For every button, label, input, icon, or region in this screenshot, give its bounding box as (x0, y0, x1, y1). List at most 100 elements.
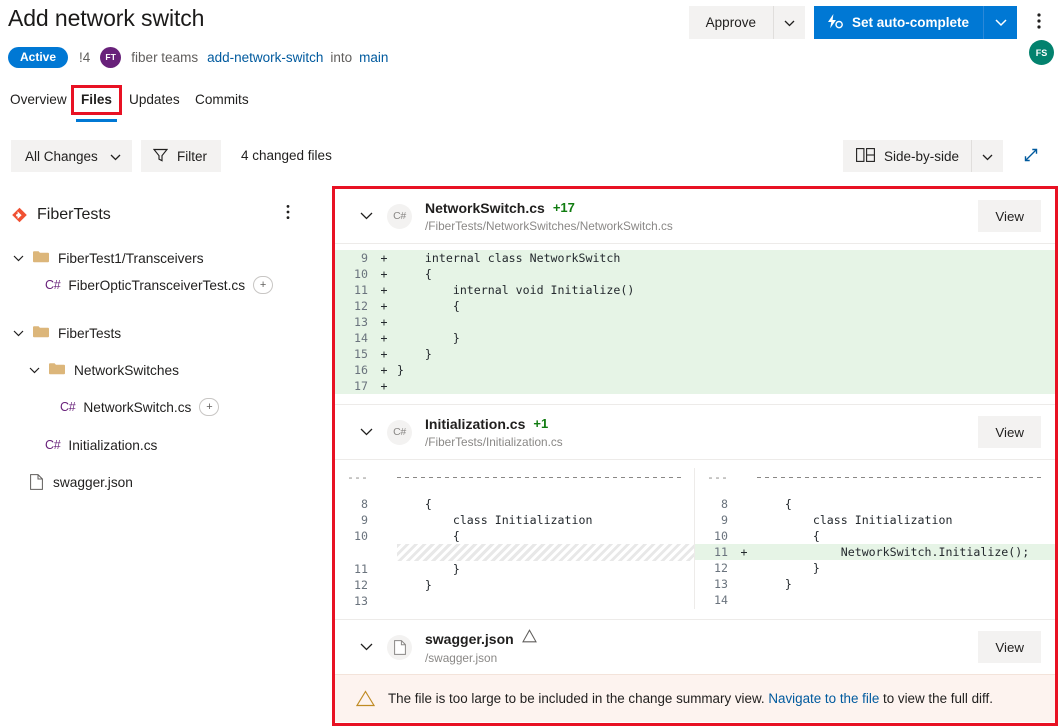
line-number: 9 (695, 512, 731, 528)
tab-commits[interactable]: Commits (191, 84, 253, 115)
line-number: 10 (335, 266, 371, 282)
changed-files-count: 4 changed files (241, 148, 332, 163)
filter-icon (153, 148, 168, 165)
view-button[interactable]: View (978, 416, 1041, 448)
side-by-side-button[interactable]: Side-by-side (843, 140, 971, 172)
diff-line: 16+} (335, 362, 1055, 378)
more-vertical-icon (1037, 12, 1041, 33)
file-panel-initialization-cs: C# Initialization.cs +1 /FiberTests/Init… (335, 405, 1055, 620)
hunk-separator: --- (335, 468, 694, 486)
chevron-down-icon[interactable] (10, 250, 26, 266)
diff-sign: + (731, 544, 757, 560)
tree-node-fibertests[interactable]: FiberTests (10, 320, 121, 346)
all-changes-label: All Changes (25, 149, 98, 164)
autocomplete-dropdown-button[interactable] (983, 6, 1017, 39)
tree-node-label: NetworkSwitches (74, 363, 179, 378)
chevron-down-icon (982, 149, 993, 164)
tree-node-fibertest1-transceivers[interactable]: FiberTest1/Transceivers (10, 245, 204, 271)
chevron-down-icon[interactable] (353, 643, 379, 651)
more-actions-button[interactable] (1026, 6, 1052, 39)
file-meta: Initialization.cs +1 /FiberTests/Initial… (425, 416, 563, 449)
current-user-avatar[interactable]: FS (1029, 40, 1054, 65)
tab-files[interactable]: Files (77, 84, 116, 115)
diff-line: 14 (695, 592, 1055, 608)
tree-node-label: FiberOpticTransceiverTest.cs (68, 278, 245, 293)
view-button[interactable]: View (978, 200, 1041, 232)
line-number: 9 (335, 250, 371, 266)
code-text: } (397, 330, 1055, 346)
code-text: } (397, 577, 694, 593)
filter-button[interactable]: Filter (141, 140, 221, 172)
view-mode-label: Side-by-side (884, 149, 959, 164)
tree-node-fiberoptictransceivertest-cs[interactable]: C# FiberOpticTransceiverTest.cs + (45, 272, 273, 298)
line-number: 11 (695, 544, 731, 560)
code-text: internal class NetworkSwitch (397, 250, 1055, 266)
diff-line: 10 { (335, 528, 694, 544)
approve-dropdown-button[interactable] (773, 6, 805, 39)
diff-sign: + (371, 362, 397, 378)
into-label: into (330, 50, 352, 65)
tree-more-button[interactable] (277, 202, 299, 226)
hunk-dashed-line (397, 477, 684, 478)
file-header: C# Initialization.cs +1 /FiberTests/Init… (335, 405, 1055, 459)
approve-button[interactable]: Approve (689, 6, 773, 39)
diff-pane-modified: --- 8 { 9 class Initialization 10 { 11+ … (695, 468, 1055, 609)
tab-updates[interactable]: Updates (125, 84, 184, 115)
expand-fullscreen-button[interactable] (1016, 140, 1046, 172)
diff-sign: + (371, 282, 397, 298)
warning-text-before: The file is too large to be included in … (388, 691, 768, 706)
line-number: 10 (695, 528, 731, 544)
view-mode-dropdown-button[interactable] (971, 140, 1003, 172)
line-number: 9 (335, 512, 371, 528)
diff-line: 11+ internal void Initialize() (335, 282, 1055, 298)
line-number: 13 (335, 593, 371, 609)
diff-sign: + (371, 378, 397, 394)
diff-line: 12+ { (335, 298, 1055, 314)
additions-count: +17 (553, 200, 575, 215)
diff-line: 10+ { (335, 266, 1055, 282)
tree-node-label: FiberTest1/Transceivers (58, 251, 204, 266)
file-panel-swagger-json: swagger.json /swagger.json View The file… (335, 620, 1055, 722)
expand-diagonal-icon (1022, 146, 1040, 167)
diff-pane-original: --- 8 { 9 class Initialization 10 { 11 }… (335, 468, 695, 609)
folder-icon (49, 362, 65, 378)
code-text: } (757, 576, 1055, 592)
tree-node-label: NetworkSwitch.cs (83, 400, 191, 415)
file-path: /FiberTests/NetworkSwitches/NetworkSwitc… (425, 219, 673, 233)
chevron-down-icon[interactable] (353, 428, 379, 436)
tree-node-networkswitch-cs[interactable]: C# NetworkSwitch.cs + (60, 394, 219, 420)
all-changes-dropdown[interactable]: All Changes (11, 140, 132, 172)
chevron-down-icon (110, 149, 121, 164)
tree-node-swagger-json[interactable]: swagger.json (30, 469, 133, 495)
diff-line: 8 { (695, 496, 1055, 512)
file-meta: NetworkSwitch.cs +17 /FiberTests/Network… (425, 200, 673, 233)
view-mode-split-button: Side-by-side (843, 140, 1003, 172)
chevron-down-icon (995, 15, 1007, 30)
line-number: 14 (695, 592, 731, 608)
filter-label: Filter (177, 149, 207, 164)
navigate-to-file-link[interactable]: Navigate to the file (768, 691, 879, 706)
chevron-down-icon[interactable] (26, 362, 42, 378)
set-auto-complete-button[interactable]: Set auto-complete (814, 6, 983, 39)
code-text: } (397, 561, 694, 577)
tree-node-networkswitches[interactable]: NetworkSwitches (26, 357, 179, 383)
pr-header: Add network switch Active !4 FT fiber te… (0, 0, 1062, 78)
diff-empty-placeholder (397, 544, 694, 561)
tree-node-label: swagger.json (53, 475, 133, 490)
code-text: class Initialization (757, 512, 1055, 528)
more-vertical-icon (286, 204, 290, 225)
view-button[interactable]: View (978, 631, 1041, 663)
chevron-down-icon[interactable] (10, 325, 26, 341)
target-branch-link[interactable]: main (359, 50, 388, 65)
file-name: NetworkSwitch.cs (425, 200, 545, 216)
pr-number: !4 (79, 50, 90, 65)
chevron-down-icon[interactable] (353, 212, 379, 220)
hunk-marker: --- (695, 469, 731, 485)
hunk-separator: --- (695, 468, 1055, 486)
author-avatar: FT (100, 47, 121, 68)
pr-subtitle-row: Active !4 FT fiber teams add-network-swi… (8, 45, 388, 69)
tab-overview[interactable]: Overview (6, 84, 71, 115)
csharp-file-icon: C# (387, 204, 412, 229)
tree-node-initialization-cs[interactable]: C# Initialization.cs (45, 432, 157, 458)
source-branch-link[interactable]: add-network-switch (207, 50, 323, 65)
